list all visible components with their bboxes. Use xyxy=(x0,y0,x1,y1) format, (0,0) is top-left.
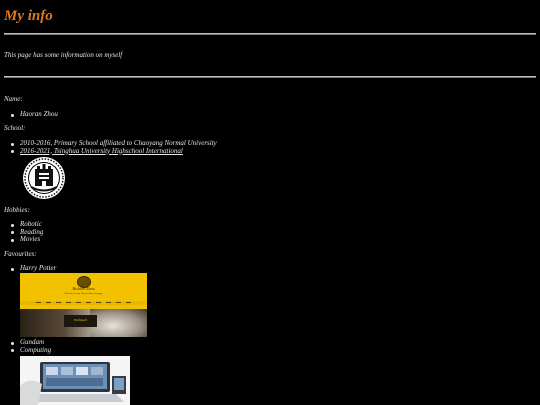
school-link[interactable]: 2016-2021, Tsinghua University Highschoo… xyxy=(20,147,183,155)
list-item: Movies xyxy=(4,235,43,244)
list-item[interactable]: 2016-2021, Tsinghua University Highschoo… xyxy=(4,147,217,156)
hobbies-label: Hobbies: xyxy=(4,206,30,214)
computing-image xyxy=(20,356,130,405)
name-label: Name: xyxy=(4,95,23,103)
top-divider xyxy=(4,33,536,35)
school-crest-logo xyxy=(22,156,70,200)
page-title: My info xyxy=(4,8,53,24)
favourites-list-2: Gundam Computing xyxy=(4,338,51,355)
school-label: School: xyxy=(4,124,26,132)
list-item: Harry Potter xyxy=(4,264,56,273)
intro-text: This page has some information on myself xyxy=(4,51,123,59)
favourites-label: Favourites: xyxy=(4,250,37,258)
favourites-list-1: Harry Potter xyxy=(4,264,56,273)
school-list: 2010-2016, Primary School affiliated to … xyxy=(4,139,217,156)
thumb-nav xyxy=(20,301,147,305)
list-item: Haoran Zhou xyxy=(4,110,58,119)
name-list: Haoran Zhou xyxy=(4,110,58,119)
hobbies-list: Robotic Reading Movies xyxy=(4,220,43,244)
thumb-card: Hufflepuff xyxy=(64,315,97,327)
second-divider xyxy=(4,76,536,78)
thumb-tagline: Welcome to my Harry Potter fan page xyxy=(64,292,103,295)
harry-potter-image: Richard Zhou Welcome to my Harry Potter … xyxy=(20,273,147,337)
list-item: Computing xyxy=(4,346,51,355)
thumb-site-title: Richard Zhou xyxy=(72,286,95,291)
